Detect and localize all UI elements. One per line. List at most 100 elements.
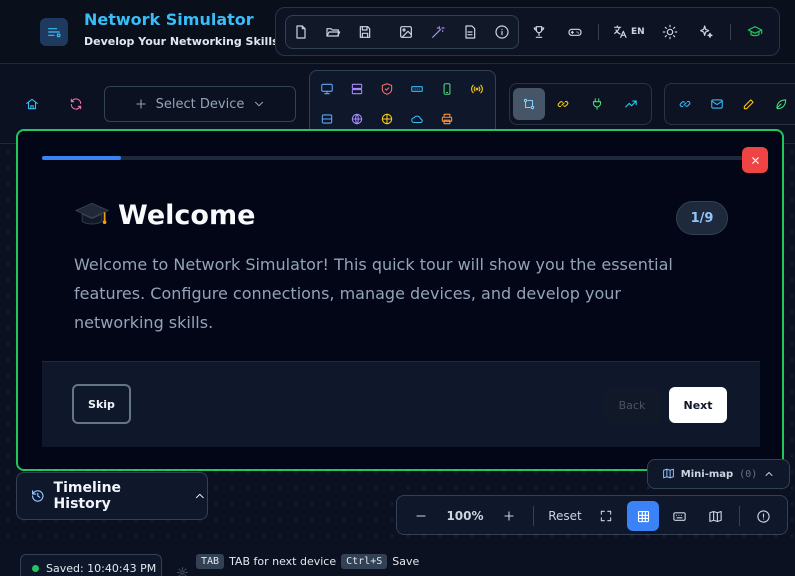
- app-title: Network Simulator: [84, 10, 254, 29]
- link-mode-button[interactable]: [553, 94, 573, 114]
- switch-icon: [411, 86, 423, 92]
- wireless-icon: [471, 84, 483, 94]
- device-printer-button[interactable]: [437, 109, 457, 129]
- tab-hint: TAB for next device: [229, 555, 337, 568]
- help-button[interactable]: [751, 501, 775, 531]
- keyboard-shortcuts-button[interactable]: [667, 501, 691, 531]
- info-button[interactable]: [491, 21, 513, 43]
- zoom-divider: [739, 506, 740, 526]
- magic-wand-button[interactable]: [427, 21, 449, 43]
- tour-footer: Skip Back Next: [42, 361, 760, 447]
- settings-icon[interactable]: [172, 562, 192, 576]
- translate-icon: [614, 25, 627, 38]
- magic-wand-icon: [432, 26, 445, 38]
- leaf-button[interactable]: [771, 94, 791, 114]
- device-network-button[interactable]: [347, 109, 367, 129]
- next-button[interactable]: Next: [669, 387, 727, 423]
- tutorial-button[interactable]: [744, 21, 766, 43]
- saved-indicator-dot: [32, 564, 39, 572]
- grid-icon: [637, 510, 649, 522]
- keyboard-icon: [672, 511, 686, 521]
- device-router-button[interactable]: [377, 109, 397, 129]
- zoom-level: 100%: [446, 509, 484, 523]
- power-mode-button[interactable]: [587, 94, 607, 114]
- device-rack-button[interactable]: [317, 109, 337, 129]
- notes-button[interactable]: [459, 21, 481, 43]
- tour-title: Welcome: [74, 199, 255, 231]
- folder-open-icon: [326, 28, 341, 37]
- connect-mode-button[interactable]: [513, 88, 545, 120]
- tab-key: TAB: [196, 554, 225, 569]
- tour-progress-fill: [42, 156, 122, 160]
- effects-button[interactable]: [695, 21, 717, 43]
- device-pc-button[interactable]: [317, 79, 337, 99]
- device-access-point-button[interactable]: [467, 79, 487, 99]
- tour-description: Welcome to Network Simulator! This quick…: [74, 255, 673, 332]
- device-phone-button[interactable]: [437, 79, 457, 99]
- edit-button[interactable]: [739, 94, 759, 114]
- export-image-button[interactable]: [395, 21, 417, 43]
- device-server-button[interactable]: [347, 79, 367, 99]
- image-icon: [400, 26, 412, 38]
- refresh-button[interactable]: [66, 94, 86, 114]
- trophy-icon: [533, 26, 545, 38]
- device-firewall-button[interactable]: [377, 79, 397, 99]
- document-icon: [465, 25, 476, 39]
- fit-to-screen-button[interactable]: [595, 501, 617, 531]
- achievements-button[interactable]: [528, 21, 550, 43]
- link-icon: [679, 101, 691, 107]
- language-code: EN: [631, 27, 645, 37]
- new-file-button[interactable]: [290, 21, 312, 43]
- minimap-count: (0): [739, 469, 758, 480]
- timeline-history-toggle[interactable]: Timeline History: [16, 472, 208, 520]
- zoom-in-button[interactable]: [499, 501, 519, 531]
- select-device-dropdown[interactable]: Select Device: [104, 86, 296, 122]
- maximize-icon: [600, 510, 612, 522]
- device-cloud-button[interactable]: [407, 109, 427, 129]
- skip-tour-button[interactable]: Skip: [72, 384, 131, 424]
- pencil-icon: [743, 99, 754, 110]
- link-button[interactable]: [675, 94, 695, 114]
- globe-icon: [351, 113, 363, 125]
- close-tour-button[interactable]: [742, 147, 768, 173]
- open-file-button[interactable]: [322, 21, 344, 43]
- chevron-down-icon: [255, 101, 264, 107]
- sparkles-icon: [700, 25, 713, 38]
- history-icon: [32, 490, 44, 502]
- theme-toggle-button[interactable]: [659, 21, 681, 43]
- reset-zoom-button[interactable]: Reset: [545, 501, 585, 531]
- timeline-label: Timeline History: [53, 480, 122, 512]
- tour-step-badge: 1/9: [676, 201, 728, 235]
- grid-toggle-button[interactable]: [627, 501, 659, 531]
- home-button[interactable]: [22, 94, 42, 114]
- select-device-label: Select Device: [155, 96, 245, 112]
- activity-icon: [625, 100, 637, 108]
- server-icon: [351, 83, 363, 95]
- minimap-button[interactable]: [703, 501, 727, 531]
- save-file-button[interactable]: [354, 21, 376, 43]
- alert-circle-icon: [756, 509, 770, 523]
- file-icon: [296, 25, 306, 39]
- plus-icon: [504, 511, 514, 521]
- back-button[interactable]: Back: [603, 387, 661, 423]
- minimap-label: Mini-map: [680, 469, 734, 480]
- plug-icon: [592, 98, 602, 110]
- info-icon: [495, 25, 509, 39]
- zoom-divider: [533, 506, 534, 526]
- mail-button[interactable]: [707, 94, 727, 114]
- game-mode-button[interactable]: [564, 21, 586, 43]
- device-switch-button[interactable]: [407, 79, 427, 99]
- save-icon: [359, 26, 371, 38]
- traffic-mode-button[interactable]: [621, 94, 641, 114]
- minimap-toggle[interactable]: Mini-map (0): [647, 459, 790, 489]
- chevron-up-icon: [765, 472, 773, 476]
- language-selector[interactable]: EN: [612, 21, 645, 43]
- git-compare-icon: [523, 98, 535, 110]
- save-hint: Save: [392, 555, 420, 568]
- shield-icon: [381, 83, 393, 95]
- cloud-icon: [411, 115, 423, 124]
- minus-icon: [416, 515, 426, 517]
- zoom-out-button[interactable]: [411, 501, 431, 531]
- graduation-cap-icon: [74, 202, 110, 225]
- chevron-up-icon: [196, 493, 205, 499]
